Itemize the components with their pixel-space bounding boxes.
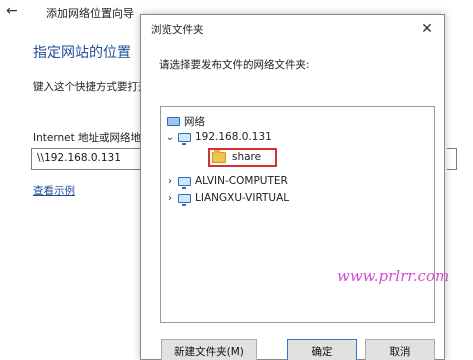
- tree-node-label: 网络: [184, 115, 205, 128]
- cancel-button[interactable]: 取消: [365, 339, 435, 360]
- browse-folder-dialog: 浏览文件夹 ✕ 请选择要发布文件的网络文件夹: 网络 ⌄ 192.168.0.1…: [140, 14, 449, 360]
- computer-icon: [178, 193, 191, 206]
- tree-node-label: LIANGXU-VIRTUAL: [195, 192, 290, 204]
- dialog-title: 浏览文件夹: [151, 24, 204, 36]
- chevron-right-icon[interactable]: ›: [165, 176, 175, 187]
- computer-icon: [178, 132, 191, 145]
- dialog-prompt: 请选择要发布文件的网络文件夹:: [159, 59, 310, 71]
- dialog-titlebar: 浏览文件夹 ✕: [141, 15, 444, 43]
- tree-node-host[interactable]: ⌄ 192.168.0.131: [165, 129, 272, 145]
- close-icon[interactable]: ✕: [410, 15, 444, 43]
- tree-node-computer[interactable]: › LIANGXU-VIRTUAL: [165, 190, 289, 206]
- address-label: Internet 地址或网络地址(: [33, 132, 156, 144]
- tree-node-label: 192.168.0.131: [195, 131, 272, 143]
- chevron-right-icon[interactable]: ›: [165, 193, 175, 204]
- selection-highlight-box: [208, 148, 277, 167]
- tree-node-network[interactable]: 网络: [167, 113, 205, 129]
- ok-button[interactable]: 确定: [287, 339, 357, 360]
- computer-icon: [178, 176, 191, 189]
- view-examples-link[interactable]: 查看示例: [33, 183, 75, 198]
- wizard-heading: 指定网站的位置: [33, 45, 131, 61]
- watermark-text: www.prlrr.com: [337, 267, 450, 285]
- folder-tree[interactable]: 网络 ⌄ 192.168.0.131 share › ALVIN-COMPUTE…: [160, 106, 435, 323]
- network-icon: [167, 116, 180, 126]
- back-arrow-icon[interactable]: ←: [6, 3, 18, 19]
- tree-node-computer[interactable]: › ALVIN-COMPUTER: [165, 173, 288, 189]
- chevron-down-icon[interactable]: ⌄: [165, 132, 175, 143]
- new-folder-button[interactable]: 新建文件夹(M): [161, 339, 257, 360]
- wizard-title: 添加网络位置向导: [46, 7, 134, 20]
- tree-node-label: ALVIN-COMPUTER: [195, 175, 288, 187]
- address-input-edge: [447, 148, 457, 170]
